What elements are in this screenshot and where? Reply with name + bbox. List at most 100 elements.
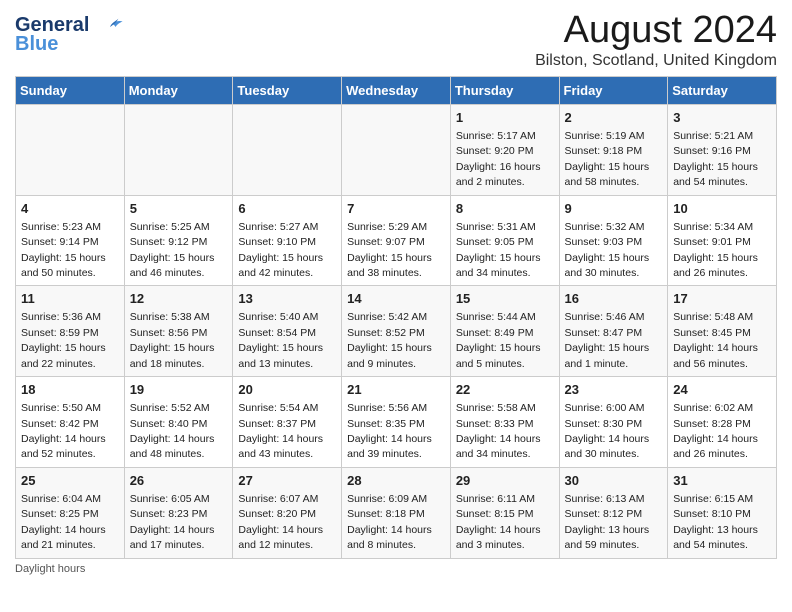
weekday-header-sunday: Sunday [16,76,125,104]
calendar-cell: 18 Sunrise: 5:50 AMSunset: 8:42 PMDayligh… [16,377,125,468]
day-number: 21 [347,381,445,399]
day-info: Sunrise: 6:09 AMSunset: 8:18 PMDaylight:… [347,493,432,551]
day-number: 29 [456,472,554,490]
weekday-header-thursday: Thursday [450,76,559,104]
calendar-cell: 4Sunrise: 5:23 AMSunset: 9:14 PMDaylight… [16,195,125,286]
calendar-cell: 3Sunrise: 5:21 AMSunset: 9:16 PMDaylight… [668,104,777,195]
calendar-cell: 5 Sunrise: 5:25 AMSunset: 9:12 PMDaylight… [124,195,233,286]
day-info: Sunrise: 5:19 AMSunset: 9:18 PMDaylight:… [565,130,650,188]
calendar-cell: 13 Sunrise: 5:40 AMSunset: 8:54 PMDayligh… [233,286,342,377]
day-number: 12 [130,290,228,308]
day-number: 28 [347,472,445,490]
calendar-cell: 26Sunrise: 6:05 AMSunset: 8:23 PMDayligh… [124,467,233,558]
day-number: 18 [21,381,119,399]
calendar-cell [342,104,451,195]
day-number: 24 [673,381,771,399]
calendar-cell: 1Sunrise: 5:17 AMSunset: 9:20 PMDaylight… [450,104,559,195]
day-info: Sunrise: 5:48 AMSunset: 8:45 PMDaylight:… [673,311,758,369]
page-header: General Blue August 2024 Bilston, Scotla… [15,10,777,70]
day-number: 1 [456,109,554,127]
calendar-cell: 31Sunrise: 6:15 AMSunset: 8:10 PMDayligh… [668,467,777,558]
month-title: August 2024 [535,10,777,52]
calendar-cell: 14 Sunrise: 5:42 AMSunset: 8:52 PMDayligh… [342,286,451,377]
header-row: SundayMondayTuesdayWednesdayThursdayFrid… [16,76,777,104]
footer-note: Daylight hours [15,563,777,575]
day-number: 11 [21,290,119,308]
calendar-cell: 23 Sunrise: 6:00 AMSunset: 8:30 PMDayligh… [559,377,668,468]
day-info: Sunrise: 5:31 AMSunset: 9:05 PMDaylight:… [456,221,541,279]
day-number: 9 [565,200,663,218]
calendar-week-1: 1Sunrise: 5:17 AMSunset: 9:20 PMDaylight… [16,104,777,195]
calendar-cell [233,104,342,195]
day-info: Sunrise: 5:25 AMSunset: 9:12 PMDaylight:… [130,221,215,279]
day-info: Sunrise: 5:58 AMSunset: 8:33 PMDaylight:… [456,402,541,460]
calendar-week-3: 11 Sunrise: 5:36 AMSunset: 8:59 PMDayligh… [16,286,777,377]
calendar-cell: 6 Sunrise: 5:27 AMSunset: 9:10 PMDaylight… [233,195,342,286]
day-number: 13 [238,290,336,308]
calendar-cell [16,104,125,195]
calendar-cell: 28 Sunrise: 6:09 AMSunset: 8:18 PMDayligh… [342,467,451,558]
calendar-cell: 12 Sunrise: 5:38 AMSunset: 8:56 PMDayligh… [124,286,233,377]
day-number: 7 [347,200,445,218]
calendar-cell: 8 Sunrise: 5:31 AMSunset: 9:05 PMDaylight… [450,195,559,286]
weekday-header-monday: Monday [124,76,233,104]
day-number: 15 [456,290,554,308]
day-number: 27 [238,472,336,490]
calendar-cell: 17 Sunrise: 5:48 AMSunset: 8:45 PMDayligh… [668,286,777,377]
day-number: 20 [238,381,336,399]
day-number: 16 [565,290,663,308]
day-info: Sunrise: 6:15 AMSunset: 8:10 PMDaylight:… [673,493,758,551]
day-number: 10 [673,200,771,218]
day-info: Sunrise: 5:36 AMSunset: 8:59 PMDaylight:… [21,311,106,369]
calendar-week-2: 4Sunrise: 5:23 AMSunset: 9:14 PMDaylight… [16,195,777,286]
day-info: Sunrise: 5:38 AMSunset: 8:56 PMDaylight:… [130,311,215,369]
calendar-cell: 10Sunrise: 5:34 AMSunset: 9:01 PMDayligh… [668,195,777,286]
calendar-week-4: 18 Sunrise: 5:50 AMSunset: 8:42 PMDayligh… [16,377,777,468]
day-number: 3 [673,109,771,127]
day-info: Sunrise: 5:44 AMSunset: 8:49 PMDaylight:… [456,311,541,369]
day-info: Sunrise: 6:13 AMSunset: 8:12 PMDaylight:… [565,493,650,551]
weekday-header-friday: Friday [559,76,668,104]
day-number: 4 [21,200,119,218]
day-info: Sunrise: 6:04 AMSunset: 8:25 PMDaylight:… [21,493,106,551]
calendar-week-5: 25 Sunrise: 6:04 AMSunset: 8:25 PMDayligh… [16,467,777,558]
calendar-cell: 24 Sunrise: 6:02 AMSunset: 8:28 PMDayligh… [668,377,777,468]
day-number: 30 [565,472,663,490]
calendar-cell: 29 Sunrise: 6:11 AMSunset: 8:15 PMDayligh… [450,467,559,558]
day-info: Sunrise: 6:05 AMSunset: 8:23 PMDaylight:… [130,493,215,551]
day-info: Sunrise: 6:00 AMSunset: 8:30 PMDaylight:… [565,402,650,460]
calendar-cell: 21Sunrise: 5:56 AMSunset: 8:35 PMDayligh… [342,377,451,468]
location-text: Bilston, Scotland, United Kingdom [535,52,777,70]
calendar-cell: 22 Sunrise: 5:58 AMSunset: 8:33 PMDayligh… [450,377,559,468]
day-info: Sunrise: 5:52 AMSunset: 8:40 PMDaylight:… [130,402,215,460]
day-info: Sunrise: 5:27 AMSunset: 9:10 PMDaylight:… [238,221,323,279]
day-info: Sunrise: 5:32 AMSunset: 9:03 PMDaylight:… [565,221,650,279]
day-number: 14 [347,290,445,308]
day-number: 8 [456,200,554,218]
logo-bird-icon [96,17,124,37]
calendar-cell: 20Sunrise: 5:54 AMSunset: 8:37 PMDayligh… [233,377,342,468]
day-info: Sunrise: 5:29 AMSunset: 9:07 PMDaylight:… [347,221,432,279]
day-info: Sunrise: 5:50 AMSunset: 8:42 PMDaylight:… [21,402,106,460]
calendar-cell [124,104,233,195]
day-number: 25 [21,472,119,490]
day-number: 5 [130,200,228,218]
day-number: 6 [238,200,336,218]
calendar-cell: 19Sunrise: 5:52 AMSunset: 8:40 PMDayligh… [124,377,233,468]
day-info: Sunrise: 5:42 AMSunset: 8:52 PMDaylight:… [347,311,432,369]
day-info: Sunrise: 6:07 AMSunset: 8:20 PMDaylight:… [238,493,323,551]
calendar-cell: 2 Sunrise: 5:19 AMSunset: 9:18 PMDaylight… [559,104,668,195]
calendar-cell: 16Sunrise: 5:46 AMSunset: 8:47 PMDayligh… [559,286,668,377]
calendar-cell: 7 Sunrise: 5:29 AMSunset: 9:07 PMDaylight… [342,195,451,286]
day-number: 23 [565,381,663,399]
day-number: 2 [565,109,663,127]
weekday-header-tuesday: Tuesday [233,76,342,104]
day-info: Sunrise: 6:02 AMSunset: 8:28 PMDaylight:… [673,402,758,460]
day-info: Sunrise: 6:11 AMSunset: 8:15 PMDaylight:… [456,493,541,551]
calendar-cell: 30 Sunrise: 6:13 AMSunset: 8:12 PMDayligh… [559,467,668,558]
day-number: 22 [456,381,554,399]
day-info: Sunrise: 5:40 AMSunset: 8:54 PMDaylight:… [238,311,323,369]
day-number: 17 [673,290,771,308]
calendar-cell: 9 Sunrise: 5:32 AMSunset: 9:03 PMDaylight… [559,195,668,286]
calendar-cell: 27 Sunrise: 6:07 AMSunset: 8:20 PMDayligh… [233,467,342,558]
